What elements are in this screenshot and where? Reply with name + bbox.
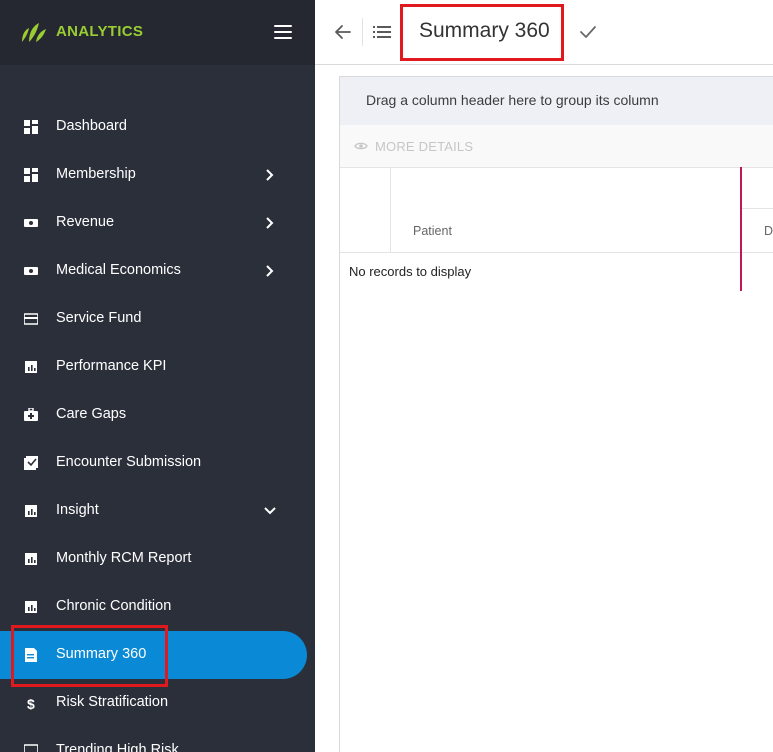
chart-icon xyxy=(25,601,37,613)
money-icon xyxy=(24,267,38,275)
sidebar-item-risk-stratification[interactable]: $ Risk Stratification xyxy=(0,679,307,727)
empty-message: No records to display xyxy=(349,264,472,279)
sidebar-item-service-fund[interactable]: Service Fund xyxy=(0,295,307,343)
sidebar-item-summary-360[interactable]: Summary 360 xyxy=(0,631,307,679)
eye-icon xyxy=(354,142,368,150)
top-bar: Summary 360 xyxy=(315,0,773,65)
chart-icon xyxy=(25,361,37,373)
sidebar-item-label: Risk Stratification xyxy=(56,694,169,710)
more-details-button[interactable]: MORE DETAILS xyxy=(340,125,773,168)
sidebar-item-revenue[interactable]: Revenue xyxy=(0,199,307,247)
more-details-label: MORE DETAILS xyxy=(375,139,474,154)
sidebar-item-label: Care Gaps xyxy=(56,406,127,422)
sidebar-item-label: Service Fund xyxy=(56,310,142,326)
back-arrow-icon[interactable] xyxy=(333,22,353,42)
frozen-column-divider[interactable] xyxy=(740,167,742,291)
money-icon xyxy=(24,219,38,227)
brand-bar: ANALYTICS xyxy=(0,0,315,65)
checkmark-icon[interactable] xyxy=(578,22,598,42)
group-panel[interactable]: Drag a column header here to group its c… xyxy=(340,76,773,126)
select-column-header[interactable] xyxy=(340,168,391,252)
sidebar-item-monthly-rcm-report[interactable]: Monthly RCM Report xyxy=(0,535,307,583)
sidebar-item-encounter-submission[interactable]: Encounter Submission xyxy=(0,439,307,487)
monitor-icon xyxy=(24,744,38,752)
checklist-icon xyxy=(24,456,38,470)
sidebar-item-label: Dashboard xyxy=(56,118,127,134)
brand-name: ANALYTICS xyxy=(56,23,144,40)
sidebar: ANALYTICS Dashboard Membership Revenue Medi… xyxy=(0,0,315,752)
column-header-date[interactable]: Da xyxy=(764,224,773,238)
sidebar-item-label: Chronic Condition xyxy=(56,598,172,614)
logo-icon xyxy=(22,23,46,42)
chevron-right-icon[interactable] xyxy=(263,216,277,230)
sidebar-item-membership[interactable]: Membership xyxy=(0,151,307,199)
svg-text:$: $ xyxy=(27,696,35,710)
divider xyxy=(362,18,363,46)
report-icon xyxy=(25,648,37,662)
chevron-right-icon[interactable] xyxy=(263,264,277,278)
sidebar-item-label: Performance KPI xyxy=(56,358,167,374)
grid-header: Patient Da xyxy=(340,168,773,253)
group-hint: Drag a column header here to group its c… xyxy=(366,92,659,108)
chevron-down-icon[interactable] xyxy=(263,504,277,518)
page-title: Summary 360 xyxy=(419,19,550,42)
chart-icon xyxy=(25,553,37,565)
sidebar-item-label: Membership xyxy=(56,166,136,182)
sidebar-item-label: Monthly RCM Report xyxy=(56,550,192,566)
list-icon[interactable] xyxy=(373,24,391,40)
sidebar-item-label: Insight xyxy=(56,502,99,518)
dollar-icon: $ xyxy=(27,696,35,710)
sidebar-item-performance-kpi[interactable]: Performance KPI xyxy=(0,343,307,391)
sidebar-item-trending-high-risk[interactable]: Trending High Risk xyxy=(0,727,307,752)
data-grid: Drag a column header here to group its c… xyxy=(339,76,773,752)
sidebar-item-label: Encounter Submission xyxy=(56,454,202,470)
sidebar-item-label: Trending High Risk xyxy=(56,742,179,752)
medical-kit-icon xyxy=(24,408,38,421)
sidebar-item-medical-economics[interactable]: Medical Economics xyxy=(0,247,307,295)
hamburger-menu-icon[interactable] xyxy=(274,25,292,39)
sidebar-item-label: Medical Economics xyxy=(56,262,181,278)
card-icon xyxy=(24,313,38,325)
chevron-right-icon[interactable] xyxy=(263,168,277,182)
sidebar-item-chronic-condition[interactable]: Chronic Condition xyxy=(0,583,307,631)
sidebar-item-care-gaps[interactable]: Care Gaps xyxy=(0,391,307,439)
sidebar-item-label: Summary 360 xyxy=(56,646,147,662)
dashboard-icon xyxy=(24,120,38,134)
sidebar-item-dashboard[interactable]: Dashboard xyxy=(0,103,307,151)
sidebar-item-label: Revenue xyxy=(56,214,115,230)
column-header-patient[interactable]: Patient xyxy=(413,224,452,238)
dashboard-icon xyxy=(24,168,38,182)
sidebar-item-insight[interactable]: Insight xyxy=(0,487,307,535)
chart-icon xyxy=(25,505,37,517)
